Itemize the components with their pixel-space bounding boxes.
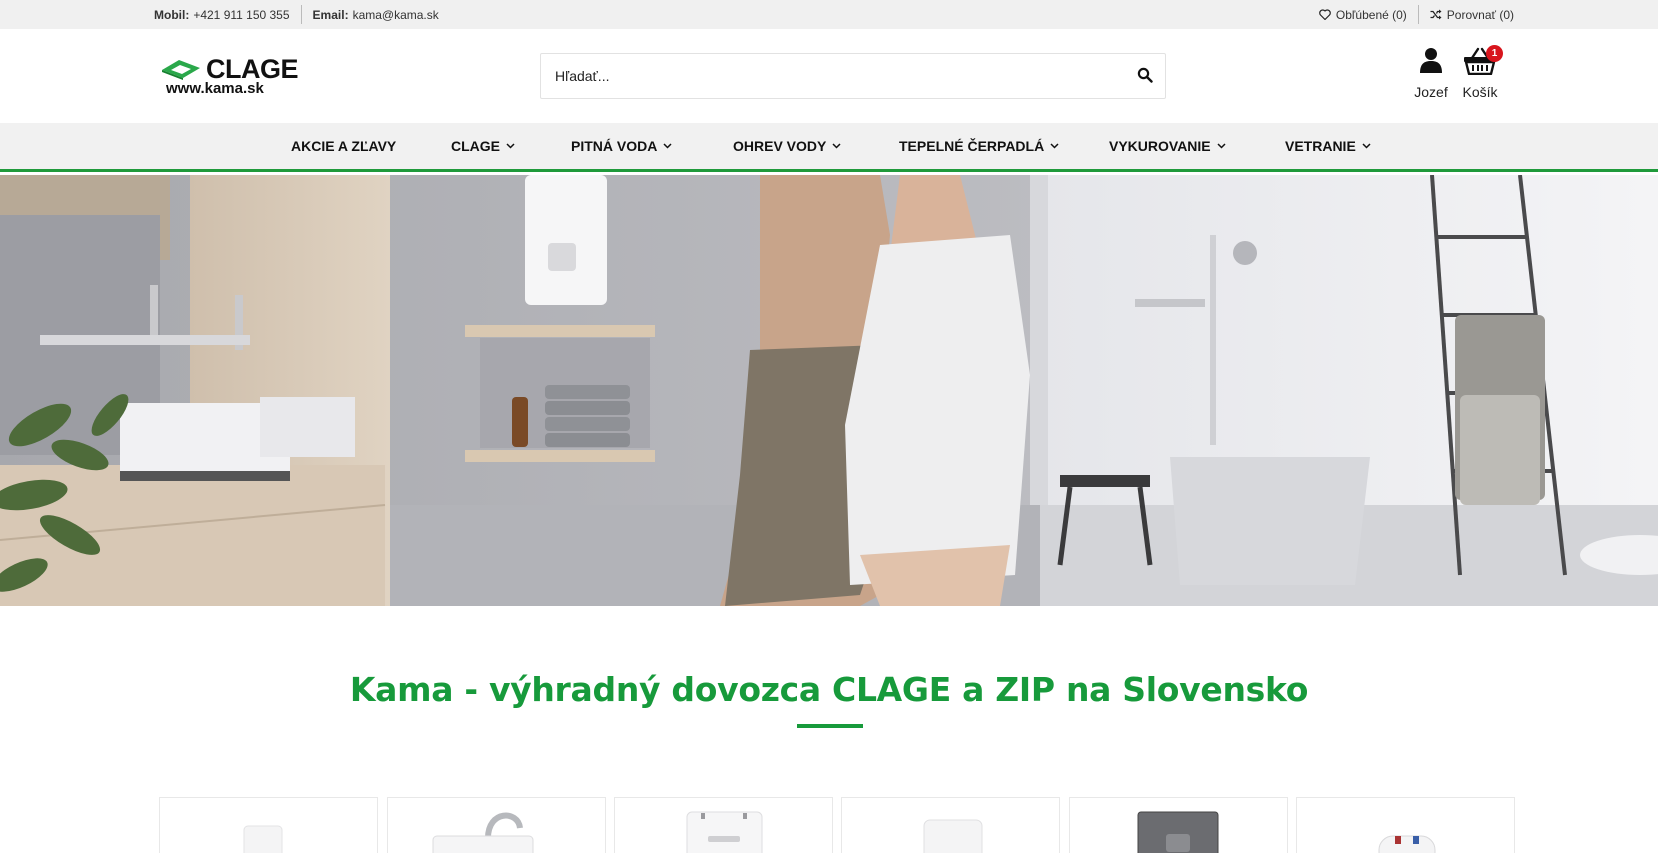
search-icon	[1137, 67, 1153, 83]
nav-item-akcie[interactable]: AKCIE A ZĽAVY	[291, 123, 396, 169]
nav-item-label: VETRANIE	[1285, 138, 1356, 154]
favorites-label: Obľúbené (0)	[1335, 7, 1407, 22]
site-header: CLAGE www.kama.sk Jozef 1 Košík	[0, 29, 1658, 123]
nav-item-label: AKCIE A ZĽAVY	[291, 138, 397, 154]
divider	[300, 5, 302, 24]
nav-item-label: PITNÁ VODA	[571, 138, 658, 154]
nav-item-clage[interactable]: CLAGE	[451, 123, 515, 169]
top-bar: Mobil: +421 911 150 355 Email: kama@kama…	[0, 0, 1658, 29]
product-image	[243, 825, 283, 853]
nav-item-label: CLAGE	[451, 138, 500, 154]
contact-info: Mobil: +421 911 150 355 Email: kama@kama…	[154, 0, 439, 29]
nav-item-label: VYKUROVANIE	[1109, 138, 1211, 154]
nav-item-ohrev-vody[interactable]: OHREV VODY	[733, 123, 841, 169]
email-label: Email:	[312, 7, 349, 22]
logo[interactable]: CLAGE www.kama.sk	[160, 54, 300, 98]
nav-item-tepelne-cerpadla[interactable]: TEPELNÉ ČERPADLÁ	[899, 123, 1059, 169]
mobile-label: Mobil:	[154, 7, 190, 22]
email-address[interactable]: kama@kama.sk	[353, 8, 439, 22]
chevron-down-icon	[832, 143, 841, 149]
compare-label: Porovnať (0)	[1446, 7, 1514, 22]
hero-banner[interactable]	[0, 175, 1658, 606]
nav-item-vetranie[interactable]: VETRANIE	[1285, 123, 1371, 169]
shuffle-icon	[1430, 9, 1442, 20]
product-image	[1137, 811, 1219, 853]
product-card[interactable]	[387, 797, 606, 853]
favorites-link[interactable]: Obľúbené (0)	[1319, 8, 1407, 22]
search-bar	[540, 53, 1166, 99]
nav-item-label: OHREV VODY	[733, 138, 827, 154]
nav-item-pitna-voda[interactable]: PITNÁ VODA	[571, 123, 672, 169]
divider	[1417, 5, 1419, 24]
nav-item-vykurovanie[interactable]: VYKUROVANIE	[1109, 123, 1226, 169]
nav-item-label: TEPELNÉ ČERPADLÁ	[899, 138, 1045, 154]
chevron-down-icon	[1362, 143, 1371, 149]
top-links: Obľúbené (0) Porovnať (0)	[1319, 0, 1514, 29]
logo-mark-icon	[162, 60, 200, 80]
section-title: Kama - výhradný dovozca CLAGE a ZIP na S…	[349, 670, 1309, 709]
title-underline	[797, 724, 863, 728]
account-button[interactable]: Jozef	[1410, 47, 1452, 100]
heart-icon	[1319, 9, 1331, 20]
cart-count-badge: 1	[1486, 45, 1503, 62]
product-image	[686, 811, 763, 853]
product-grid	[159, 797, 1517, 853]
product-card[interactable]	[614, 797, 833, 853]
mobile-number[interactable]: +421 911 150 355	[193, 8, 289, 22]
hero-image	[0, 175, 1658, 606]
product-image	[923, 819, 983, 853]
product-card[interactable]	[1069, 797, 1288, 853]
product-image	[1378, 835, 1436, 853]
product-card[interactable]	[159, 797, 378, 853]
account-label: Jozef	[1414, 84, 1448, 100]
product-image	[432, 812, 534, 853]
chevron-down-icon	[1050, 143, 1059, 149]
cart-button[interactable]: 1 Košík	[1458, 45, 1503, 100]
search-button[interactable]	[1137, 67, 1155, 85]
product-card[interactable]	[1296, 797, 1515, 853]
cart-label: Košík	[1462, 84, 1498, 100]
product-card[interactable]	[841, 797, 1060, 853]
compare-link[interactable]: Porovnať (0)	[1430, 8, 1514, 22]
chevron-down-icon	[663, 143, 672, 149]
chevron-down-icon	[506, 143, 515, 149]
user-icon	[1420, 48, 1442, 73]
logo-site: www.kama.sk	[166, 80, 264, 97]
search-input[interactable]	[541, 54, 1121, 98]
chevron-down-icon	[1217, 143, 1226, 149]
main-nav: AKCIE A ZĽAVY CLAGE PITNÁ VODA OHREV VOD…	[0, 123, 1658, 172]
